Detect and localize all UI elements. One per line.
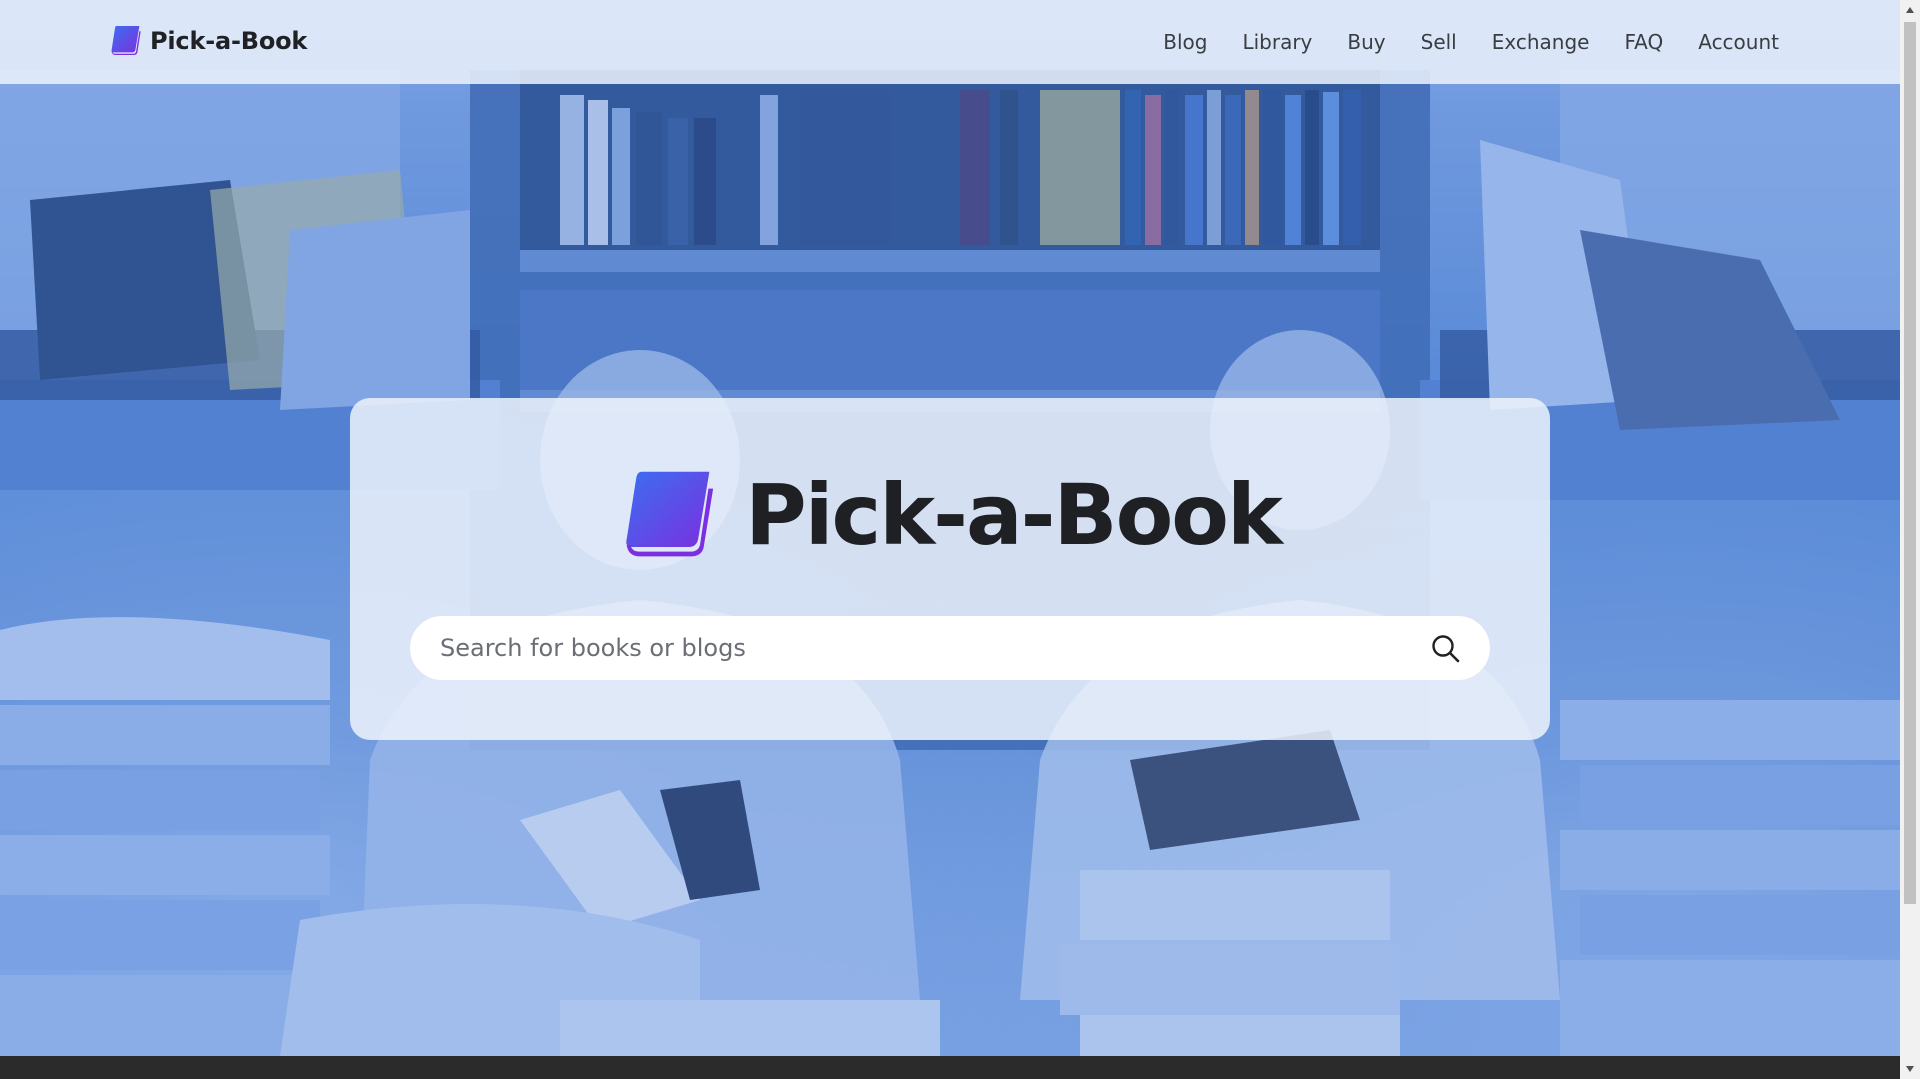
scroll-up-arrow-icon[interactable] <box>1900 0 1920 20</box>
hero-title: Pick-a-Book <box>745 466 1283 564</box>
book-icon <box>626 471 714 557</box>
brand-name: Pick-a-Book <box>150 26 308 55</box>
search-button[interactable] <box>1428 631 1462 665</box>
scrollbar-thumb[interactable] <box>1904 22 1916 904</box>
nav-blog[interactable]: Blog <box>1163 30 1207 54</box>
top-navbar: Pick-a-Book Blog Library Buy Sell Exchan… <box>0 0 1900 84</box>
nav-account[interactable]: Account <box>1698 30 1779 54</box>
book-icon <box>111 25 141 56</box>
hero-search-card: Pick-a-Book <box>350 398 1550 740</box>
nav-exchange[interactable]: Exchange <box>1492 30 1590 54</box>
vertical-scrollbar[interactable] <box>1900 0 1920 1079</box>
brand-logo-link[interactable]: Pick-a-Book <box>109 24 307 57</box>
nav-faq[interactable]: FAQ <box>1624 30 1663 54</box>
hero-logo: Pick-a-Book <box>350 468 1550 562</box>
nav-buy[interactable]: Buy <box>1347 30 1385 54</box>
search-bar <box>410 616 1490 680</box>
nav-sell[interactable]: Sell <box>1421 30 1457 54</box>
search-icon <box>1432 635 1460 663</box>
page: Pick-a-Book Blog Library Buy Sell Exchan… <box>0 0 1920 1079</box>
search-input[interactable] <box>438 633 1428 663</box>
nav-links: Blog Library Buy Sell Exchange FAQ Accou… <box>1128 0 1779 84</box>
scroll-down-arrow-icon[interactable] <box>1900 1059 1920 1079</box>
nav-library[interactable]: Library <box>1242 30 1312 54</box>
footer-strip <box>0 1056 1900 1079</box>
